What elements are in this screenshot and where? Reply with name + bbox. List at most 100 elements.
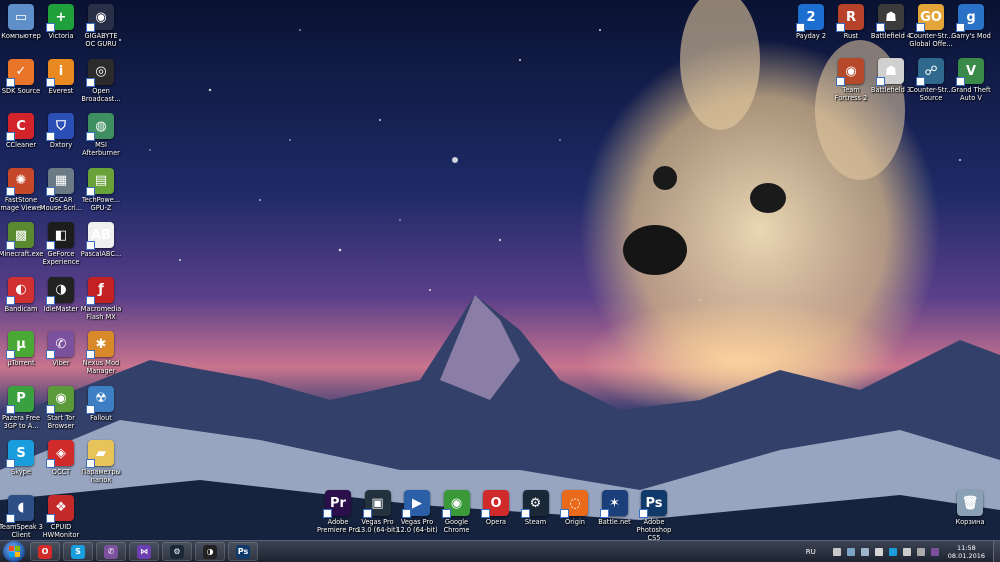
shortcut-arrow-icon [6,404,15,414]
shortcut-arrow-icon [836,23,845,32]
language-indicator[interactable]: RU [806,548,816,556]
pazera-icon: P [6,385,34,414]
shortcut-arrow-icon [836,77,845,86]
taskbar-button[interactable]: O [30,542,60,561]
gigabyte-icon: ◉ [86,4,114,32]
taskbar-button[interactable]: ⚙ [162,542,192,561]
msi-globe-icon: ◍ [86,113,114,141]
shortcut-arrow-icon [560,509,569,518]
desktop-shortcut[interactable]: ƒ Macromedia Flash MX [75,276,127,321]
faststone-icon: ✺ [6,167,34,196]
gta-icon: V [956,58,984,86]
volume-tray-icon[interactable] [902,547,911,556]
desktop-shortcut[interactable]: V Grand Theft Auto V [945,58,997,102]
clock-time: 11:58 [957,543,976,552]
skype-icon: S [6,440,34,468]
vegas12-icon: ▶ [402,490,430,518]
hwmonitor-icon: ❖ [46,494,74,523]
shortcut-arrow-icon [6,241,15,250]
desktop-shortcut[interactable]: ◉ GIGABYTE OC GURU [75,4,127,48]
flash-icon: ƒ [86,276,114,305]
shortcut-arrow-icon [796,23,805,32]
clock[interactable]: 11:58 08.01.2016 [948,544,985,560]
shortcut-arrow-icon [520,509,530,518]
shortcut-arrow-icon [86,186,95,196]
desktop-shortcut[interactable]: ❖ CPUID HWMonitor [35,494,87,539]
shortcut-label: Корзина [955,518,985,526]
idlemaster-icon: ◑ [46,276,74,305]
viber-icon: ✆ [104,544,118,559]
check-icon: ✓ [6,58,34,87]
clock-date: 08.01.2016 [947,551,985,560]
battlefield4-icon: ☗ [876,4,904,32]
tf2-icon: ◉ [836,58,864,86]
steam-tray-icon[interactable] [846,547,855,556]
shortcut-label: GIGABYTE OC GURU [84,32,118,48]
show-desktop-button[interactable] [993,541,1000,562]
geforce-icon: ◧ [46,222,74,250]
css-icon: ☍ [916,58,944,86]
desktop-shortcut[interactable]: ▤ TechPowe... GPU-Z [75,167,127,212]
taskbar-button[interactable]: ◑ [195,542,225,561]
shortcut-arrow-icon [86,132,95,141]
pascalabc-icon: AB [86,222,114,250]
shield-icon: ⛉ [46,113,74,141]
flag-icon[interactable] [832,547,841,556]
desktop-shortcut[interactable]: ◍ MSI Afterburner [75,113,127,157]
desktop-shortcut[interactable]: AB PascalABC... [75,222,127,258]
folder-icon: ▰ [86,440,114,468]
vegas13-icon: ▣ [362,490,391,518]
taskbar: O S ✆ ⋈ ⚙ ◑ Ps RU 11:58 08.01.2016 [0,540,1000,562]
skype-icon: S [71,544,85,559]
shortcut-arrow-icon [46,23,55,32]
shortcut-arrow-icon [6,295,15,305]
taskbar-button[interactable]: ⋈ [129,542,159,561]
taskbar-button[interactable]: ✆ [96,542,126,561]
desktop-shortcut[interactable]: ▰ Параметры папок [75,440,127,484]
viber-tray-icon[interactable] [930,547,939,556]
shortcut-arrow-icon [876,77,885,86]
display-tray-icon[interactable] [860,547,869,556]
shortcut-arrow-icon [6,350,15,359]
shortcut-arrow-icon [46,513,55,523]
victoria-cross-icon: + [46,4,74,32]
shortcut-arrow-icon [956,23,965,32]
shortcut-arrow-icon [86,23,95,32]
visual-studio-icon: ⋈ [137,544,151,559]
shortcut-arrow-icon [46,350,55,359]
garrysmod-icon: g [956,4,984,32]
info-icon: i [46,58,74,87]
desktop-shortcut[interactable]: g Garry's Mod [945,4,997,40]
teamspeak-icon: ◖ [6,494,34,523]
start-button[interactable] [3,541,25,562]
recycle-bin-icon: 🗑 [957,490,983,516]
shortcut-arrow-icon [46,459,55,468]
payday-icon: 2 [796,4,824,32]
fallout-icon: ☢ [86,385,114,414]
opera-icon: O [38,544,52,559]
minecraft-icon: ▩ [6,222,34,250]
computer-icon: ▭ [8,4,34,30]
shortcut-arrow-icon [46,132,55,141]
photoshop-icon: Ps [236,544,250,559]
shortcut-arrow-icon [402,509,411,518]
desktop-shortcut[interactable]: ◎ Open Broadcast... [75,58,127,103]
desktop-shortcut[interactable]: ☢ Fallout [75,385,127,422]
desktop-shortcut[interactable]: 🗑 Корзина [944,490,996,526]
shortcut-label: TechPowe... GPU-Z [81,195,121,212]
skype-tray-icon[interactable] [888,547,897,556]
desktop-shortcut[interactable]: ✱ Nexus Mod Manager [75,331,127,375]
taskbar-button[interactable]: Ps [228,542,258,561]
shortcut-label: Macromedia Flash MX [80,304,122,321]
shortcut-arrow-icon [86,350,95,359]
network-tray-icon[interactable] [874,547,883,556]
shortcut-label: PascalABC... [80,250,122,258]
nexus-icon: ✱ [86,331,114,359]
premiere-icon: Pr [323,490,351,518]
taskbar-button[interactable]: S [63,542,93,561]
system-tray: RU 11:58 08.01.2016 [806,541,1000,562]
shortcut-arrow-icon [323,509,332,518]
shortcut-arrow-icon [639,509,648,518]
desktop-shortcut[interactable]: Ps Adobe Photoshop CS5 [628,490,680,542]
speaker-icon[interactable] [916,547,925,556]
